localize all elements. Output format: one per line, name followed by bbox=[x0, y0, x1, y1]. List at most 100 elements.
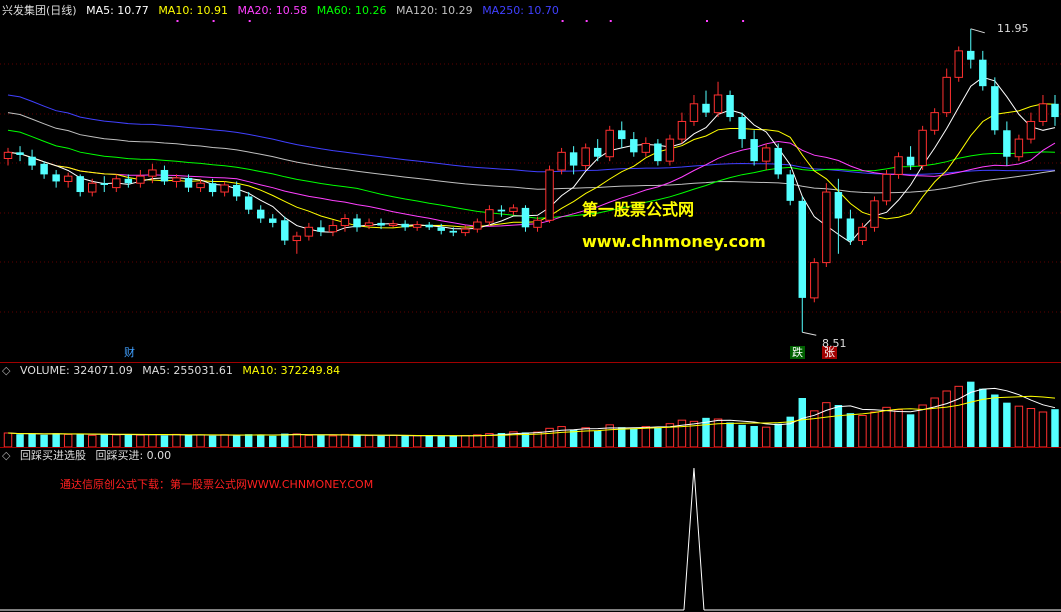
volume-bar bbox=[425, 435, 433, 447]
candle-body bbox=[761, 147, 771, 162]
candle-body bbox=[1038, 103, 1048, 122]
volume-bar bbox=[148, 434, 157, 447]
candle-body bbox=[786, 174, 794, 201]
event-tag-die[interactable]: 跌 bbox=[790, 346, 805, 359]
volume-bar bbox=[774, 423, 782, 447]
volume-bar bbox=[63, 433, 73, 447]
volume-bar bbox=[16, 434, 24, 447]
volume-bar bbox=[220, 434, 229, 447]
candle-body bbox=[906, 156, 915, 166]
high-price-label: 11.95 bbox=[997, 22, 1029, 35]
volume-bar bbox=[184, 435, 193, 447]
candle-body bbox=[340, 217, 350, 227]
candle-body bbox=[894, 156, 903, 175]
candle-body bbox=[244, 196, 253, 210]
volume-bar bbox=[1003, 402, 1011, 447]
volume-bar bbox=[364, 435, 374, 447]
volume-bar bbox=[377, 435, 385, 447]
signal-dot bbox=[609, 20, 612, 22]
volume-bar bbox=[28, 433, 36, 447]
volume-bar bbox=[677, 419, 687, 447]
indicator-panel[interactable]: ◇ 回踩买进选股 回踩买进: 0.00 bbox=[0, 448, 1061, 612]
volume-bar bbox=[304, 434, 314, 447]
candle-body bbox=[461, 228, 470, 234]
signal-dot bbox=[561, 20, 564, 22]
volume-bar bbox=[412, 435, 422, 447]
candle-body bbox=[124, 178, 133, 184]
indicator-signal-spike bbox=[683, 467, 705, 611]
candle-body bbox=[942, 76, 951, 114]
kline-panel[interactable]: 兴发集团(日线) MA5: 10.77 MA10: 10.91 MA20: 10… bbox=[0, 0, 1061, 362]
candle-body bbox=[401, 223, 409, 228]
volume-chart[interactable] bbox=[0, 363, 1061, 447]
candle-body bbox=[269, 218, 277, 223]
candle-body bbox=[196, 182, 205, 189]
candle-body bbox=[846, 218, 855, 241]
volume-bar bbox=[196, 434, 205, 447]
candle-body bbox=[593, 147, 602, 157]
candle-body bbox=[328, 225, 338, 233]
candle-body bbox=[208, 183, 217, 193]
volume-bar bbox=[208, 435, 217, 447]
candle-body bbox=[810, 262, 819, 299]
volume-bar bbox=[1051, 409, 1059, 447]
volume-bar bbox=[232, 435, 241, 447]
candle-body bbox=[172, 177, 181, 182]
event-tag-cai[interactable]: 财 bbox=[122, 346, 137, 359]
volume-bar bbox=[124, 434, 133, 447]
candle-body bbox=[3, 151, 13, 160]
candle-body bbox=[63, 175, 73, 182]
volume-bar bbox=[136, 434, 145, 447]
volume-bar bbox=[1038, 411, 1048, 447]
candle-body bbox=[521, 207, 530, 228]
candle-body bbox=[52, 174, 60, 182]
candle-body bbox=[437, 227, 445, 231]
candle-body bbox=[364, 222, 374, 227]
volume-bar bbox=[40, 434, 48, 447]
volume-bar bbox=[88, 434, 97, 447]
volume-bar bbox=[388, 434, 398, 447]
candle-body bbox=[148, 169, 157, 177]
volume-bar bbox=[112, 434, 121, 447]
volume-bar bbox=[641, 426, 651, 447]
candle-body bbox=[304, 226, 314, 237]
volume-bar bbox=[654, 427, 662, 447]
candle-body bbox=[220, 184, 229, 193]
candle-body bbox=[557, 151, 566, 171]
volume-bar bbox=[281, 433, 289, 447]
candle-body bbox=[112, 178, 121, 189]
kline-chart[interactable] bbox=[0, 0, 1061, 362]
candle-body bbox=[545, 169, 554, 221]
candle-body bbox=[353, 218, 361, 228]
candle-body bbox=[665, 138, 675, 162]
volume-bar bbox=[942, 390, 951, 447]
volume-bar bbox=[991, 394, 999, 447]
candle-body bbox=[509, 207, 518, 212]
candle-body bbox=[858, 226, 867, 242]
candle-body bbox=[918, 129, 927, 167]
volume-bar bbox=[979, 388, 987, 447]
volume-panel[interactable]: ◇ VOLUME: 324071.09 MA5: 255031.61 MA10:… bbox=[0, 363, 1061, 447]
indicator-chart[interactable] bbox=[0, 448, 1061, 612]
volume-bar bbox=[593, 430, 602, 447]
candle-body bbox=[738, 117, 746, 140]
candle-body bbox=[834, 192, 843, 219]
low-marker bbox=[802, 331, 817, 336]
candle-body bbox=[1014, 138, 1024, 158]
candle-body bbox=[618, 130, 626, 140]
candle-body bbox=[641, 143, 651, 153]
volume-bar bbox=[269, 435, 277, 447]
volume-bar bbox=[894, 409, 903, 447]
candle-body bbox=[292, 235, 302, 242]
volume-bar bbox=[437, 436, 445, 447]
candle-body bbox=[232, 184, 241, 197]
candle-body bbox=[473, 221, 482, 230]
volume-bar bbox=[726, 422, 734, 447]
candle-body bbox=[882, 173, 891, 202]
candle-body bbox=[377, 222, 385, 226]
candle-body bbox=[605, 129, 614, 158]
candle-body bbox=[822, 191, 831, 264]
volume-bar bbox=[317, 435, 325, 447]
candle-body bbox=[136, 175, 145, 184]
volume-bar bbox=[160, 435, 169, 447]
